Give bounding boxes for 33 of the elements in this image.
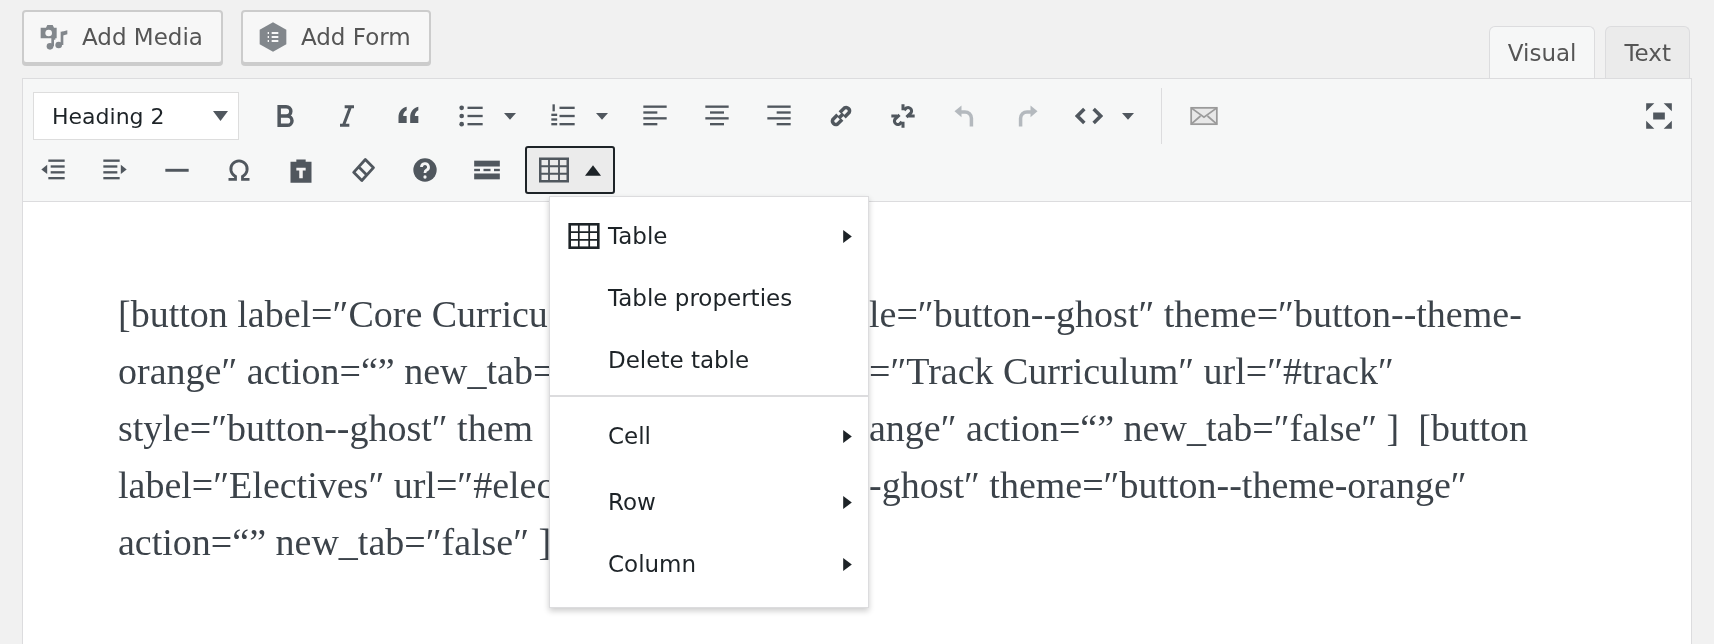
add-media-button[interactable]: Add Form bbox=[240, 10, 431, 64]
shortcode-text: orange″ action=“” new_tab= bbox=[118, 349, 549, 394]
submenu-arrow-icon bbox=[843, 229, 852, 243]
format-select[interactable]: Heading 2 bbox=[33, 92, 239, 140]
submenu-arrow-icon bbox=[843, 557, 852, 571]
eraser-icon[interactable] bbox=[349, 156, 377, 184]
menu-item[interactable]: Table bbox=[550, 205, 868, 267]
editor-tab[interactable]: Visual bbox=[1488, 26, 1596, 79]
submenu-arrow-icon bbox=[843, 495, 852, 509]
shortcode-text: le=″button--ghost″ theme=″button--theme- bbox=[869, 292, 1523, 337]
shortcode-text: [button label=″Core Curricu bbox=[118, 292, 549, 337]
menu-item[interactable]: Column bbox=[550, 533, 868, 595]
shortcode-text: label=″Electives″ url=″#elec bbox=[118, 463, 549, 508]
caret-icon[interactable] bbox=[213, 111, 228, 121]
add-media-button[interactable]: Add Media bbox=[22, 10, 223, 64]
menu-item[interactable]: Table properties bbox=[550, 267, 868, 329]
help-icon[interactable] bbox=[411, 156, 439, 184]
caret-icon bbox=[585, 164, 601, 176]
menu-item[interactable]: Delete table bbox=[550, 329, 868, 391]
table-icon bbox=[568, 223, 600, 249]
table-button[interactable] bbox=[525, 146, 615, 194]
shortcode-text: ange″ action=“” new_tab=″false″ ] [button bbox=[869, 406, 1530, 451]
shortcode-text: style=″button--ghost″ them bbox=[118, 406, 535, 451]
shortcode-text: action=“” new_tab=″false″ ] bbox=[118, 520, 549, 565]
editor-tab[interactable]: Text bbox=[1605, 26, 1690, 78]
table-icon bbox=[539, 157, 569, 183]
unlink-icon[interactable] bbox=[889, 102, 917, 130]
submenu-arrow-icon bbox=[843, 429, 852, 443]
menu-item[interactable]: Row bbox=[550, 471, 868, 533]
shortcode-text: -ghost″ theme=″button--theme-orange″ bbox=[869, 463, 1468, 508]
fullscreen-icon[interactable] bbox=[1645, 102, 1673, 130]
shortcode-text: =″Track Curriculum″ url=″#track″ bbox=[869, 349, 1395, 394]
menu-item[interactable]: Cell bbox=[550, 395, 868, 471]
